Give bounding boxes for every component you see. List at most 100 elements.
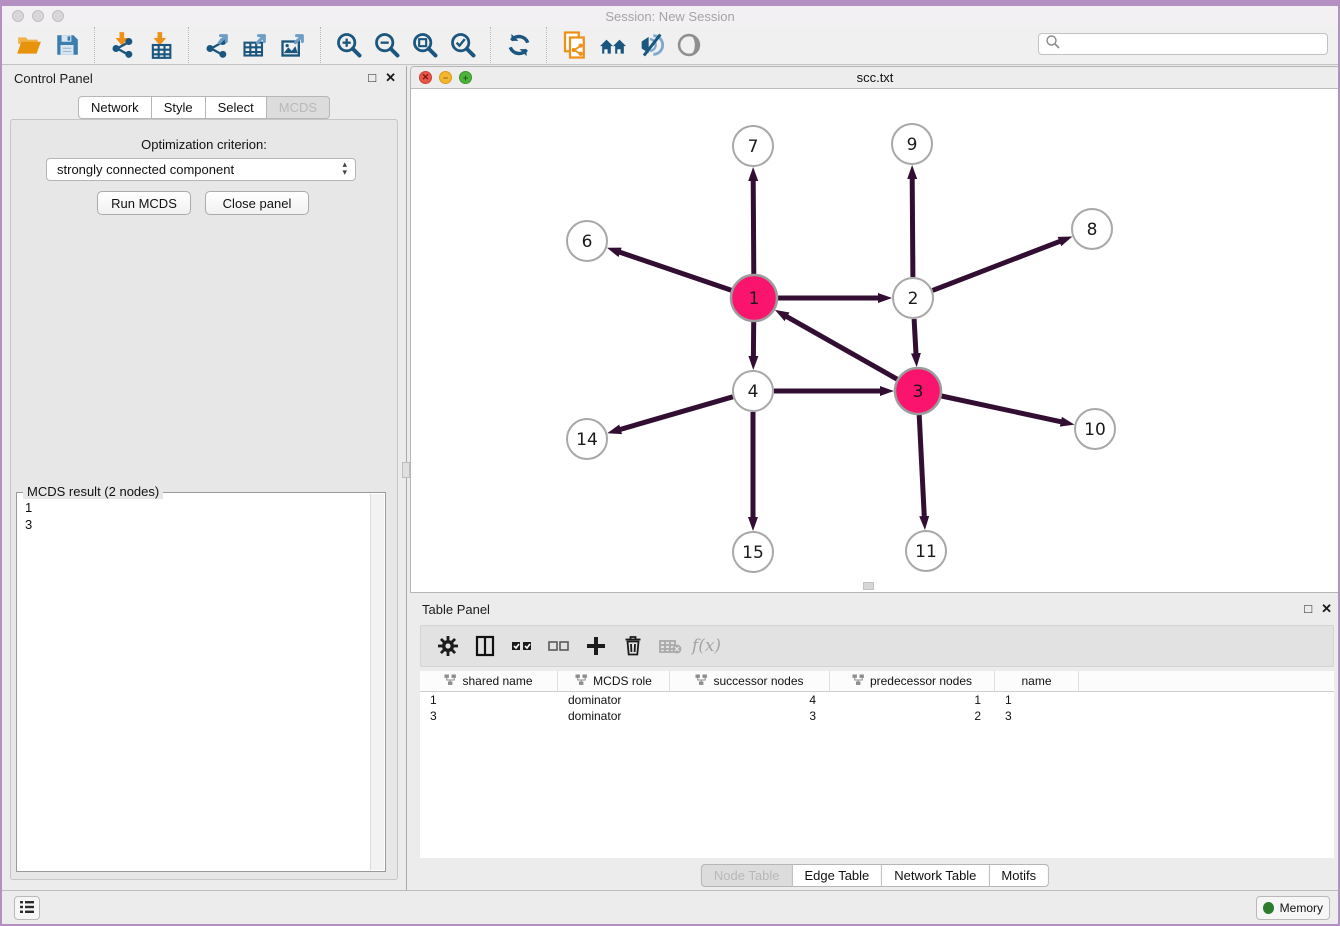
close-table-panel-icon[interactable]: ✕ — [1321, 601, 1332, 617]
column-header-predecessor-nodes[interactable]: predecessor nodes — [830, 671, 995, 691]
table-tabs: Node TableEdge TableNetwork TableMotifs — [701, 864, 1049, 887]
table-cell: 1 — [995, 693, 1079, 707]
network-graph: 7 9 6 8 1 2 4 3 14 10 15 11 — [411, 89, 1339, 592]
graph-node-8[interactable]: 8 — [1072, 209, 1112, 249]
search-input[interactable] — [1038, 33, 1328, 55]
open-session-icon[interactable] — [12, 29, 46, 61]
graph-node-9[interactable]: 9 — [892, 124, 932, 164]
graph-node-7[interactable]: 7 — [733, 126, 773, 166]
graph-node-4[interactable]: 4 — [733, 371, 773, 411]
column-header-name[interactable]: name — [995, 671, 1079, 691]
panel-splitter[interactable] — [406, 66, 407, 890]
table-tab-motifs[interactable]: Motifs — [989, 864, 1049, 887]
table-tab-edge-table[interactable]: Edge Table — [792, 864, 882, 887]
graph-node-11[interactable]: 11 — [906, 531, 946, 571]
svg-text:15: 15 — [742, 543, 764, 563]
svg-text:7: 7 — [748, 137, 759, 157]
zoom-out-icon[interactable] — [370, 29, 404, 61]
tab-style[interactable]: Style — [152, 96, 206, 119]
run-mcds-button[interactable]: Run MCDS — [97, 191, 191, 215]
mcds-result-title: MCDS result (2 nodes) — [23, 484, 163, 499]
table-row[interactable]: 1dominator411 — [420, 692, 1334, 708]
graph-node-15[interactable]: 15 — [733, 532, 773, 572]
table-panel-title: Table Panel — [422, 602, 490, 617]
tab-mcds[interactable]: MCDS — [267, 96, 330, 119]
float-table-panel-icon[interactable]: □ — [1304, 601, 1312, 617]
optimization-criterion-label: Optimization criterion: — [2, 137, 406, 152]
unselect-all-columns-icon[interactable] — [540, 628, 577, 664]
memory-label: Memory — [1280, 901, 1323, 915]
import-table-icon[interactable] — [144, 29, 178, 61]
toolbar-separator — [490, 27, 492, 63]
column-header-shared-name[interactable]: shared name — [420, 671, 558, 691]
svg-text:6: 6 — [582, 232, 593, 252]
graph-node-3[interactable]: 3 — [895, 368, 941, 414]
splitter-handle[interactable] — [402, 462, 410, 478]
attribute-type-icon — [852, 674, 865, 689]
edge-2-8[interactable] — [933, 241, 1061, 290]
edge-2-9[interactable] — [912, 178, 913, 277]
edge-1-7[interactable] — [753, 180, 754, 274]
memory-button[interactable]: Memory — [1256, 896, 1330, 920]
add-column-icon[interactable] — [577, 628, 614, 664]
export-image-icon[interactable] — [276, 29, 310, 61]
control-panel-tabs: NetworkStyleSelectMCDS — [78, 96, 330, 119]
column-header-MCDS-role[interactable]: MCDS role — [558, 671, 670, 691]
save-session-icon[interactable] — [50, 29, 84, 61]
graph-node-6[interactable]: 6 — [567, 221, 607, 261]
birds-eye-icon[interactable] — [672, 29, 706, 61]
float-panel-icon[interactable]: □ — [368, 70, 376, 86]
svg-text:9: 9 — [907, 135, 918, 155]
zoom-in-icon[interactable] — [332, 29, 366, 61]
edge-2-3[interactable] — [914, 319, 916, 354]
task-history-button[interactable] — [14, 896, 40, 920]
hide-details-icon[interactable] — [634, 29, 668, 61]
edge-4-14[interactable] — [620, 397, 733, 430]
criterion-dropdown[interactable]: strongly connected component ▴▾ — [46, 158, 356, 181]
tab-select[interactable]: Select — [206, 96, 267, 119]
table-tab-network-table[interactable]: Network Table — [882, 864, 989, 887]
refresh-view-icon[interactable] — [502, 29, 536, 61]
result-scrollbar[interactable] — [370, 494, 384, 870]
chevron-updown-icon: ▴▾ — [342, 160, 347, 176]
close-panel-icon[interactable]: ✕ — [385, 70, 396, 86]
close-panel-button[interactable]: Close panel — [205, 191, 309, 215]
mcds-result-box: MCDS result (2 nodes) 1 3 — [16, 492, 386, 872]
svg-text:2: 2 — [908, 289, 919, 309]
toolbar-separator — [94, 27, 96, 63]
import-network-icon[interactable] — [106, 29, 140, 61]
table-cell: 2 — [830, 709, 995, 723]
graph-node-10[interactable]: 10 — [1075, 409, 1115, 449]
canvas-scrollbar-handle[interactable] — [863, 582, 874, 590]
edge-3-10[interactable] — [942, 396, 1062, 422]
clone-network-icon[interactable] — [558, 29, 592, 61]
export-table-icon[interactable] — [238, 29, 272, 61]
zoom-fit-icon[interactable] — [408, 29, 442, 61]
delete-column-icon[interactable] — [614, 628, 651, 664]
column-header-successor-nodes[interactable]: successor nodes — [670, 671, 830, 691]
select-all-columns-icon[interactable] — [503, 628, 540, 664]
svg-text:11: 11 — [915, 542, 937, 562]
table-cell: dominator — [558, 693, 670, 707]
edge-3-1[interactable] — [786, 316, 897, 379]
zoom-selected-icon[interactable] — [446, 29, 480, 61]
gear-icon[interactable] — [429, 628, 466, 664]
control-panel-title: Control Panel — [14, 71, 93, 86]
titlebar: Session: New Session — [2, 6, 1338, 27]
export-network-icon[interactable] — [200, 29, 234, 61]
edge-1-6[interactable] — [619, 252, 731, 290]
network-canvas[interactable]: 7 9 6 8 1 2 4 3 14 10 15 11 — [411, 89, 1339, 592]
attribute-type-icon — [575, 674, 588, 689]
graph-node-1[interactable]: 1 — [731, 275, 777, 321]
tab-network[interactable]: Network — [78, 96, 152, 119]
edge-3-11[interactable] — [919, 415, 924, 517]
graph-node-2[interactable]: 2 — [893, 278, 933, 318]
attribute-type-icon — [695, 674, 708, 689]
table-row[interactable]: 3dominator323 — [420, 708, 1334, 724]
table-cell: 3 — [995, 709, 1079, 723]
table-tab-node-table[interactable]: Node Table — [701, 864, 793, 887]
column-selector-icon[interactable] — [466, 628, 503, 664]
home-icon[interactable] — [596, 29, 630, 61]
graph-node-14[interactable]: 14 — [567, 419, 607, 459]
table-cell: 4 — [670, 693, 830, 707]
